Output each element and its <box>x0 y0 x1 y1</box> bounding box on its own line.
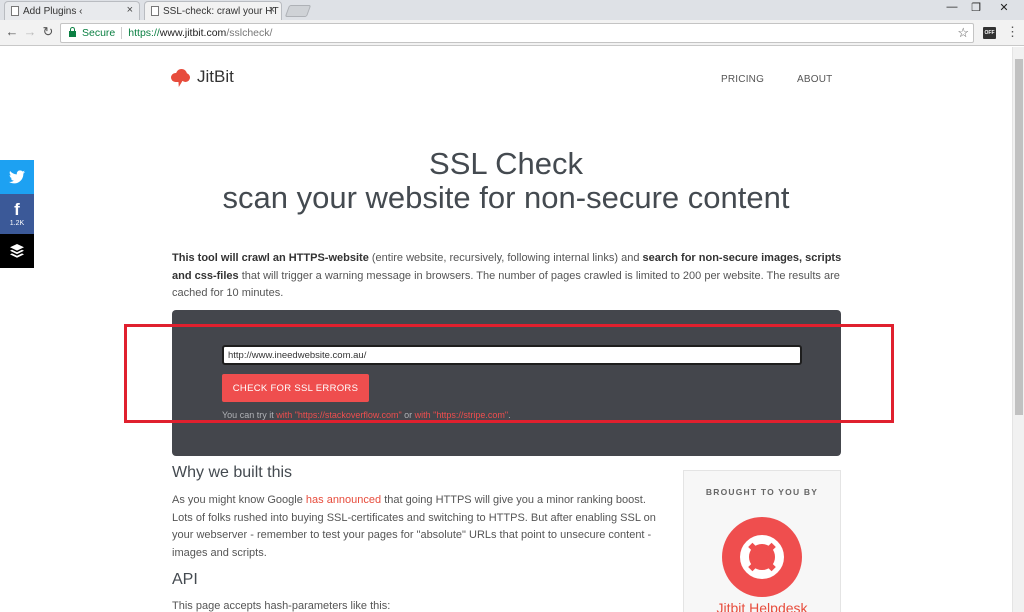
new-tab-button[interactable] <box>284 5 312 17</box>
browser-toolbar: ← → ↻ Secure https:// www.jitbit.com /ss… <box>0 20 1024 46</box>
brought-to-you-label: BROUGHT TO YOU BY <box>705 487 819 497</box>
tab-title: Add Plugins ‹ <box>23 5 83 17</box>
tab-title: SSL-check: crawl your HT <box>163 5 279 17</box>
buffer-share-button[interactable] <box>0 234 34 268</box>
close-tab-icon[interactable]: × <box>269 4 275 16</box>
page-scrollbar[interactable] <box>1012 47 1024 612</box>
divider <box>121 27 123 39</box>
facebook-share-count: 1.2K <box>9 219 25 227</box>
sponsor-box: BROUGHT TO YOU BY Jitbit Helpdesk <box>683 470 841 612</box>
restore-button[interactable]: ❐ <box>964 1 988 14</box>
reload-button[interactable]: ↻ <box>40 24 56 40</box>
why-paragraph: As you might know Google has announced t… <box>172 492 668 562</box>
url-scheme: https:// <box>128 27 160 39</box>
helpdesk-product-link[interactable]: Jitbit Helpdesk <box>684 600 840 612</box>
intro-paragraph: This tool will crawl an HTTPS-website (e… <box>172 250 844 303</box>
lock-icon <box>69 27 76 37</box>
chrome-menu-icon[interactable]: ⋮ <box>1006 24 1019 40</box>
secure-label: Secure <box>82 27 116 39</box>
page-viewport: JitBit PRICING ABOUT f 1.2K SSL Check sc… <box>0 47 1012 612</box>
page-title: SSL Check <box>429 146 583 181</box>
url-host: www.jitbit.com <box>159 27 227 39</box>
cloud-lightning-icon <box>171 68 191 87</box>
intro-bold-1: This tool will crawl an HTTPS-website <box>172 252 369 264</box>
intro-text-1: (entire website, recursively, following … <box>368 252 643 264</box>
scroll-thumb[interactable] <box>1015 59 1023 415</box>
page-icon <box>11 6 19 16</box>
forward-button[interactable]: → <box>22 24 38 39</box>
tab-ssl-check[interactable]: SSL-check: crawl your HT × <box>144 1 282 20</box>
why-text: As you might know Google <box>172 494 306 506</box>
tab-strip: Add Plugins ‹ × SSL-check: crawl your HT… <box>0 0 1024 20</box>
nav-about[interactable]: ABOUT <box>797 74 832 85</box>
lifebuoy-icon[interactable] <box>722 517 802 597</box>
window-close-button[interactable]: ✕ <box>992 1 1016 14</box>
url-path: /sslcheck/ <box>226 27 273 39</box>
why-heading: Why we built this <box>172 464 293 481</box>
minimize-button[interactable]: — <box>940 1 964 13</box>
page-icon <box>151 6 159 16</box>
bookmark-star-icon[interactable]: ☆ <box>957 25 969 41</box>
extension-off-icon[interactable]: OFF <box>983 27 996 39</box>
has-announced-link[interactable]: has announced <box>306 494 381 506</box>
highlight-annotation-box <box>124 324 894 423</box>
back-button[interactable]: ← <box>4 24 20 39</box>
page-subtitle: scan your website for non-secure content <box>222 180 790 215</box>
api-paragraph: This page accepts hash-parameters like t… <box>172 600 391 612</box>
nav-pricing[interactable]: PRICING <box>721 74 764 85</box>
address-bar[interactable]: Secure https:// www.jitbit.com /sslcheck… <box>60 23 974 43</box>
logo-text: JitBit <box>197 67 234 86</box>
close-tab-icon[interactable]: × <box>127 4 133 16</box>
jitbit-logo[interactable]: JitBit <box>171 67 234 87</box>
buffer-layers-icon <box>10 244 24 258</box>
tab-add-plugins[interactable]: Add Plugins ‹ × <box>4 1 140 20</box>
api-heading: API <box>172 571 198 588</box>
intro-text-2: that will trigger a warning message in b… <box>172 269 840 300</box>
